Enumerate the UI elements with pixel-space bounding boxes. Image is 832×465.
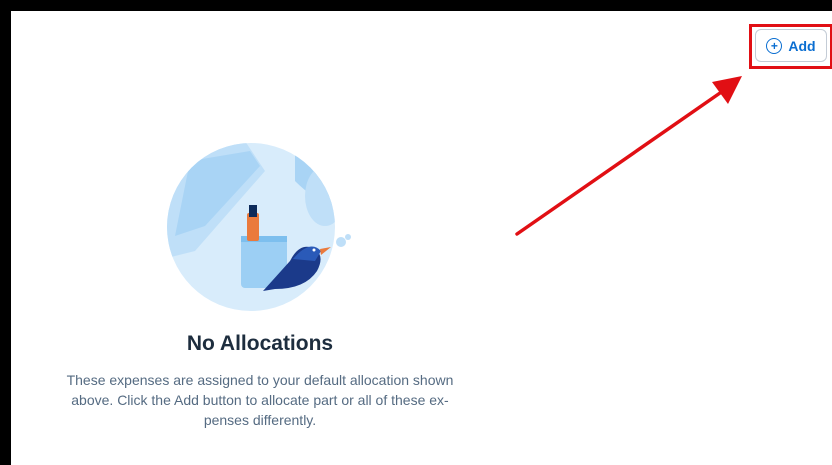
description-line: These expenses are assigned to your defa… [66,372,454,388]
add-button-label: Add [788,37,816,54]
empty-state-title: No Allocations [186,332,334,355]
add-allocation-button[interactable]: + Add [755,29,827,62]
description-line: above. Click the Add button to allocate … [71,392,449,408]
description-line: penses differently. [203,412,317,428]
plus-circle-icon: + [766,37,783,54]
empty-state-description: These expenses are assigned to your defa… [30,370,490,430]
bird-mug-illustration [167,143,351,311]
